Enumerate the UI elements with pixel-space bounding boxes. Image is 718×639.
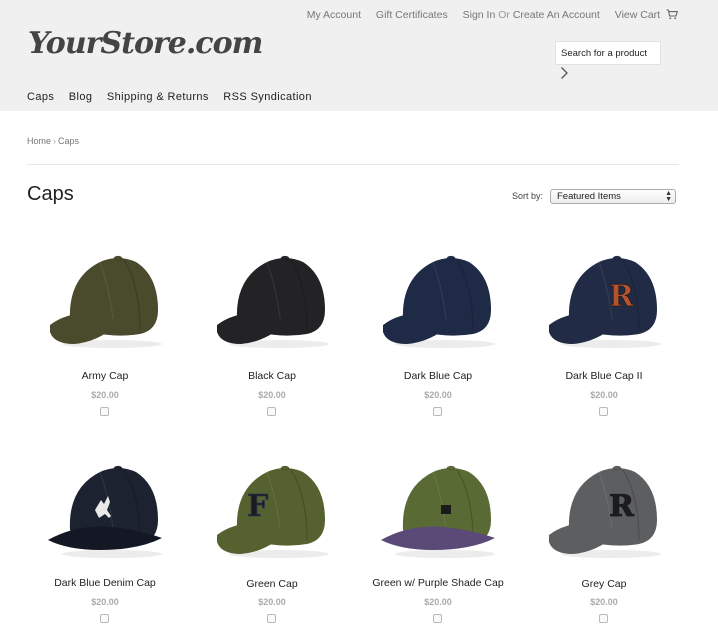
cap-image[interactable]: R xyxy=(539,450,669,560)
cap-image[interactable]: R xyxy=(539,240,669,350)
view-cart-link[interactable]: View Cart xyxy=(615,9,660,21)
cap-image[interactable] xyxy=(207,240,337,350)
top-links: My Account Gift Certificates Sign In Or … xyxy=(307,9,679,23)
compare-checkbox[interactable] xyxy=(267,407,276,416)
breadcrumb: Home › Caps xyxy=(27,136,79,146)
select-arrows-icon: ▲ ▼ xyxy=(665,190,672,203)
product-name[interactable]: Dark Blue Cap II xyxy=(529,370,679,382)
compare-checkbox[interactable] xyxy=(100,407,109,416)
product-name[interactable]: Dark Blue Denim Cap xyxy=(30,577,180,589)
compare-checkbox[interactable] xyxy=(433,407,442,416)
compare-checkbox[interactable] xyxy=(599,614,608,623)
product-name[interactable]: Black Cap xyxy=(197,370,347,382)
product-price: $20.00 xyxy=(424,597,452,607)
product-name[interactable]: Army Cap xyxy=(30,370,180,382)
compare-checkbox[interactable] xyxy=(433,614,442,623)
cap-image[interactable] xyxy=(373,450,503,560)
product-price: $20.00 xyxy=(258,597,286,607)
compare-checkbox[interactable] xyxy=(100,614,109,623)
cap-image[interactable]: F xyxy=(207,450,337,560)
or-text: Or xyxy=(498,9,510,21)
sort-select[interactable]: Featured Items ▲ ▼ xyxy=(550,189,676,204)
cart-icon[interactable] xyxy=(666,9,679,23)
product-name[interactable]: Dark Blue Cap xyxy=(363,370,513,382)
svg-text:R: R xyxy=(609,279,635,314)
cap-image[interactable] xyxy=(373,240,503,350)
svg-text:F: F xyxy=(247,489,268,524)
sort-selected-value: Featured Items xyxy=(557,191,621,202)
product-price: $20.00 xyxy=(91,390,119,400)
breadcrumb-home[interactable]: Home xyxy=(27,136,51,146)
site-header: My Account Gift Certificates Sign In Or … xyxy=(0,0,718,111)
breadcrumb-current[interactable]: Caps xyxy=(58,136,79,146)
create-account-link[interactable]: Create An Account xyxy=(513,9,600,21)
page-title: Caps xyxy=(27,183,74,205)
gift-certificates-link[interactable]: Gift Certificates xyxy=(376,9,448,21)
nav-item-shipping-returns[interactable]: Shipping & Returns xyxy=(107,91,209,103)
nav-item-blog[interactable]: Blog xyxy=(69,91,93,103)
search-chevron-right-icon[interactable] xyxy=(560,66,569,85)
nav-item-rss-syndication[interactable]: RSS Syndication xyxy=(223,91,312,103)
my-account-link[interactable]: My Account xyxy=(307,9,361,21)
product-name[interactable]: Green w/ Purple Shade Cap xyxy=(363,577,513,589)
product-price: $20.00 xyxy=(590,597,618,607)
compare-checkbox[interactable] xyxy=(267,614,276,623)
search-input[interactable]: Search for a product xyxy=(555,41,661,65)
breadcrumb-separator: › xyxy=(53,136,57,146)
compare-checkbox[interactable] xyxy=(599,407,608,416)
main-nav: Caps Blog Shipping & Returns RSS Syndica… xyxy=(27,91,323,103)
product-price: $20.00 xyxy=(590,390,618,400)
cap-image[interactable] xyxy=(40,450,170,560)
store-logo[interactable]: YourStore.com xyxy=(28,26,263,61)
product-price: $20.00 xyxy=(258,390,286,400)
sign-in-link[interactable]: Sign In xyxy=(463,9,496,21)
sort-label: Sort by: xyxy=(512,191,544,201)
nav-item-caps[interactable]: Caps xyxy=(27,91,54,103)
divider xyxy=(27,164,679,165)
svg-text:R: R xyxy=(609,489,635,524)
product-price: $20.00 xyxy=(91,597,119,607)
product-name[interactable]: Green Cap xyxy=(197,578,347,590)
product-name[interactable]: Grey Cap xyxy=(529,578,679,590)
cap-image[interactable] xyxy=(40,240,170,350)
product-price: $20.00 xyxy=(424,390,452,400)
